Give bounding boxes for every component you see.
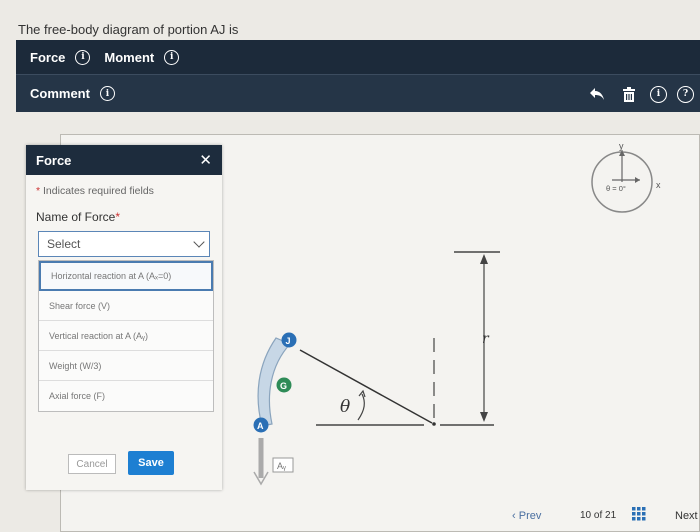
required-note: * Indicates required fields [36,185,154,197]
radius-label: r [482,331,490,347]
panel-title: Force [36,152,72,168]
option-axial-force[interactable]: Axial force (F) [39,381,213,411]
save-button[interactable]: Save [128,451,174,475]
point-g-label: G [280,381,287,391]
page-count: 10 of 21 [580,510,617,521]
force-label-text: Aᵧ [277,461,286,471]
point-g[interactable]: G [276,377,292,393]
grid-icon[interactable] [632,507,646,526]
angle-readout: θ = 0° [606,184,626,193]
option-vertical-reaction[interactable]: Vertical reaction at A (Aᵧ) [39,321,213,351]
axis-x-label: x [656,180,661,190]
panel-header: Force ✕ [26,145,222,175]
force-options-list: Horizontal reaction at A (Aₓ=0) Shear fo… [38,260,214,412]
prev-button[interactable]: ‹ Prev [512,510,541,522]
name-of-force-label: Name of Force* [36,210,121,224]
option-horizontal-reaction[interactable]: Horizontal reaction at A (Aₓ=0) [39,261,213,291]
force-panel: Force ✕ * Indicates required fields Name… [26,145,222,490]
select-value: Select [47,237,81,251]
close-icon[interactable]: ✕ [199,151,212,169]
next-button[interactable]: Next [675,510,698,522]
chevron-down-icon [193,236,205,248]
force-arrow [253,438,269,486]
point-a-label: A [257,421,264,431]
axis-y-label: y [619,141,624,151]
point-a[interactable]: A [253,417,269,433]
reference-geometry [299,251,500,426]
cancel-button[interactable]: Cancel [68,454,116,474]
option-shear-force[interactable]: Shear force (V) [39,291,213,321]
angle-widget[interactable]: y x θ = 0° [591,141,661,213]
theta-label: θ [340,397,350,417]
option-weight[interactable]: Weight (W/3) [39,351,213,381]
point-j-label: J [286,336,291,346]
point-j[interactable]: J [281,332,297,348]
force-name-select[interactable]: Select [38,231,210,257]
